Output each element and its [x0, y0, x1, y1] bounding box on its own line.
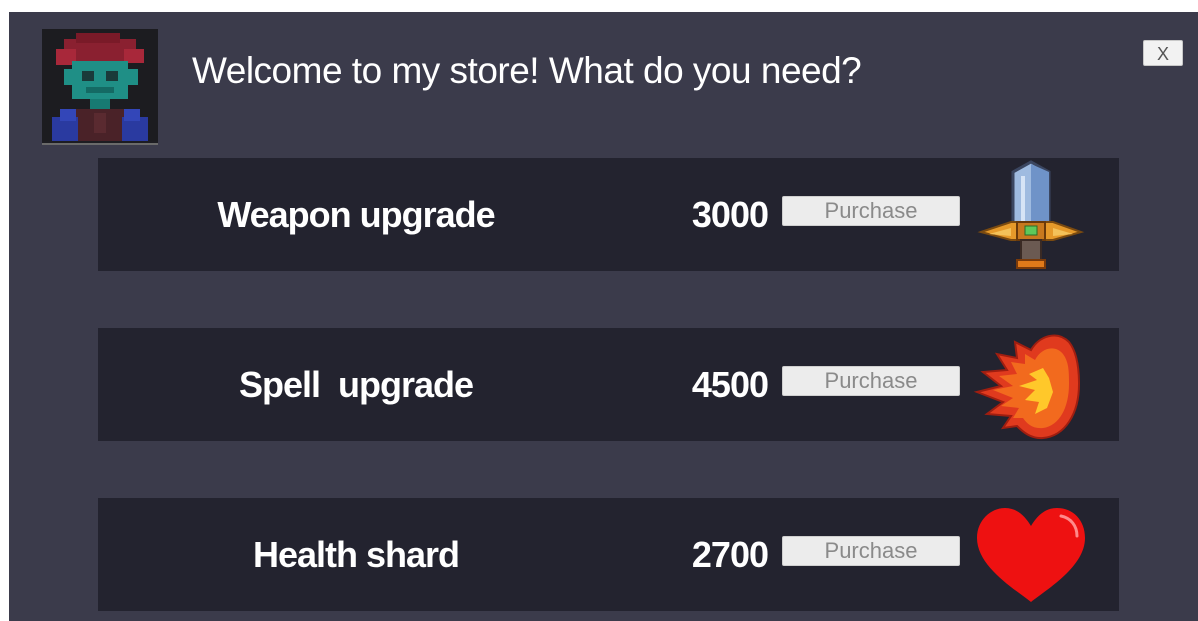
fireball-icon	[973, 328, 1089, 441]
item-name: Weapon upgrade	[217, 194, 495, 235]
item-price: 4500	[691, 364, 769, 405]
shop-item-row: Weapon upgrade 3000 Purchase	[98, 158, 1119, 271]
shop-item-row: Spell upgrade 4500 Purchase	[98, 328, 1119, 441]
shop-greeting: Welcome to my store! What do you need?	[192, 50, 862, 91]
sword-icon	[973, 158, 1089, 271]
purchase-health-shard-button[interactable]: Purchase	[782, 536, 960, 566]
shop-panel: Welcome to my store! What do you need? X…	[9, 12, 1198, 621]
item-name: Spell upgrade	[238, 364, 474, 405]
shopkeeper-portrait	[42, 29, 158, 145]
purchase-spell-upgrade-button[interactable]: Purchase	[782, 366, 960, 396]
item-price: 2700	[691, 534, 769, 575]
shopkeeper-avatar-icon	[42, 29, 158, 141]
shop-item-row: Health shard 2700 Purchase	[98, 498, 1119, 611]
heart-icon	[973, 498, 1089, 611]
item-name: Health shard	[252, 534, 460, 575]
purchase-weapon-upgrade-button[interactable]: Purchase	[782, 196, 960, 226]
close-button[interactable]: X	[1143, 40, 1183, 66]
item-price: 3000	[691, 194, 769, 235]
